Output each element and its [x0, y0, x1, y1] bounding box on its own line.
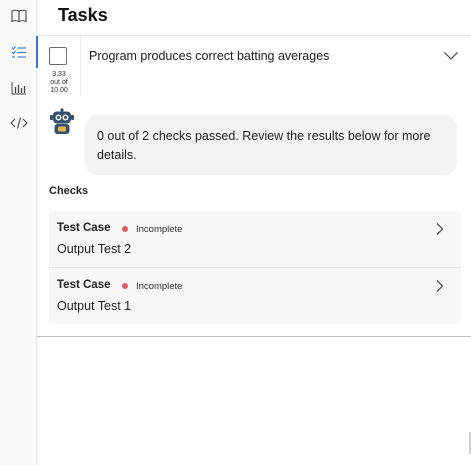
chevron-down-icon[interactable] — [443, 51, 459, 61]
status-dot — [122, 226, 128, 232]
bar-chart-icon — [11, 82, 26, 95]
checks-heading: Checks — [49, 185, 89, 197]
rail-item-code[interactable] — [0, 111, 37, 135]
chevron-right-icon[interactable] — [435, 222, 445, 236]
score-max: 10.00 — [50, 87, 68, 94]
page-header: Tasks — [37, 0, 471, 36]
page-title: Tasks — [58, 5, 108, 25]
task-row: 3.33 out of 10.00 Program produces corre… — [37, 36, 471, 96]
status-badge: Incomplete — [136, 281, 183, 292]
code-icon — [9, 117, 28, 129]
check-name: Output Test 1 — [57, 299, 132, 313]
score-out-of: out of — [50, 79, 68, 86]
chevron-right-icon[interactable] — [435, 279, 445, 293]
task-score: 3.33 out of 10.00 — [37, 71, 81, 95]
checklist-icon — [11, 46, 26, 58]
rail-item-stats[interactable] — [0, 76, 37, 100]
book-icon — [10, 9, 27, 23]
check-title: Test Case — [57, 222, 111, 234]
task-name: Program produces correct batting average… — [89, 49, 330, 63]
checks-list: Test Case Incomplete Output Test 2 Test … — [49, 211, 461, 324]
feedback-bubble: 0 out of 2 checks passed. Review the res… — [85, 115, 457, 175]
check-name: Output Test 2 — [57, 242, 132, 256]
check-card-output-test-1[interactable]: Test Case Incomplete Output Test 1 — [49, 267, 461, 323]
section-divider — [37, 336, 471, 337]
score-value: 3.33 — [52, 71, 66, 78]
check-title: Test Case — [57, 279, 111, 291]
robot-avatar-icon — [50, 108, 74, 134]
rail-item-checklist[interactable] — [0, 36, 38, 68]
feedback-message: 0 out of 2 checks passed. Review the res… — [97, 129, 431, 162]
left-rail — [0, 0, 38, 465]
task-score-column: 3.33 out of 10.00 — [37, 36, 81, 96]
check-card-output-test-2[interactable]: Test Case Incomplete Output Test 2 — [49, 211, 461, 267]
status-dot — [122, 283, 128, 289]
task-checkbox[interactable] — [49, 47, 67, 65]
rail-item-book[interactable] — [0, 4, 37, 28]
status-badge: Incomplete — [136, 224, 183, 235]
